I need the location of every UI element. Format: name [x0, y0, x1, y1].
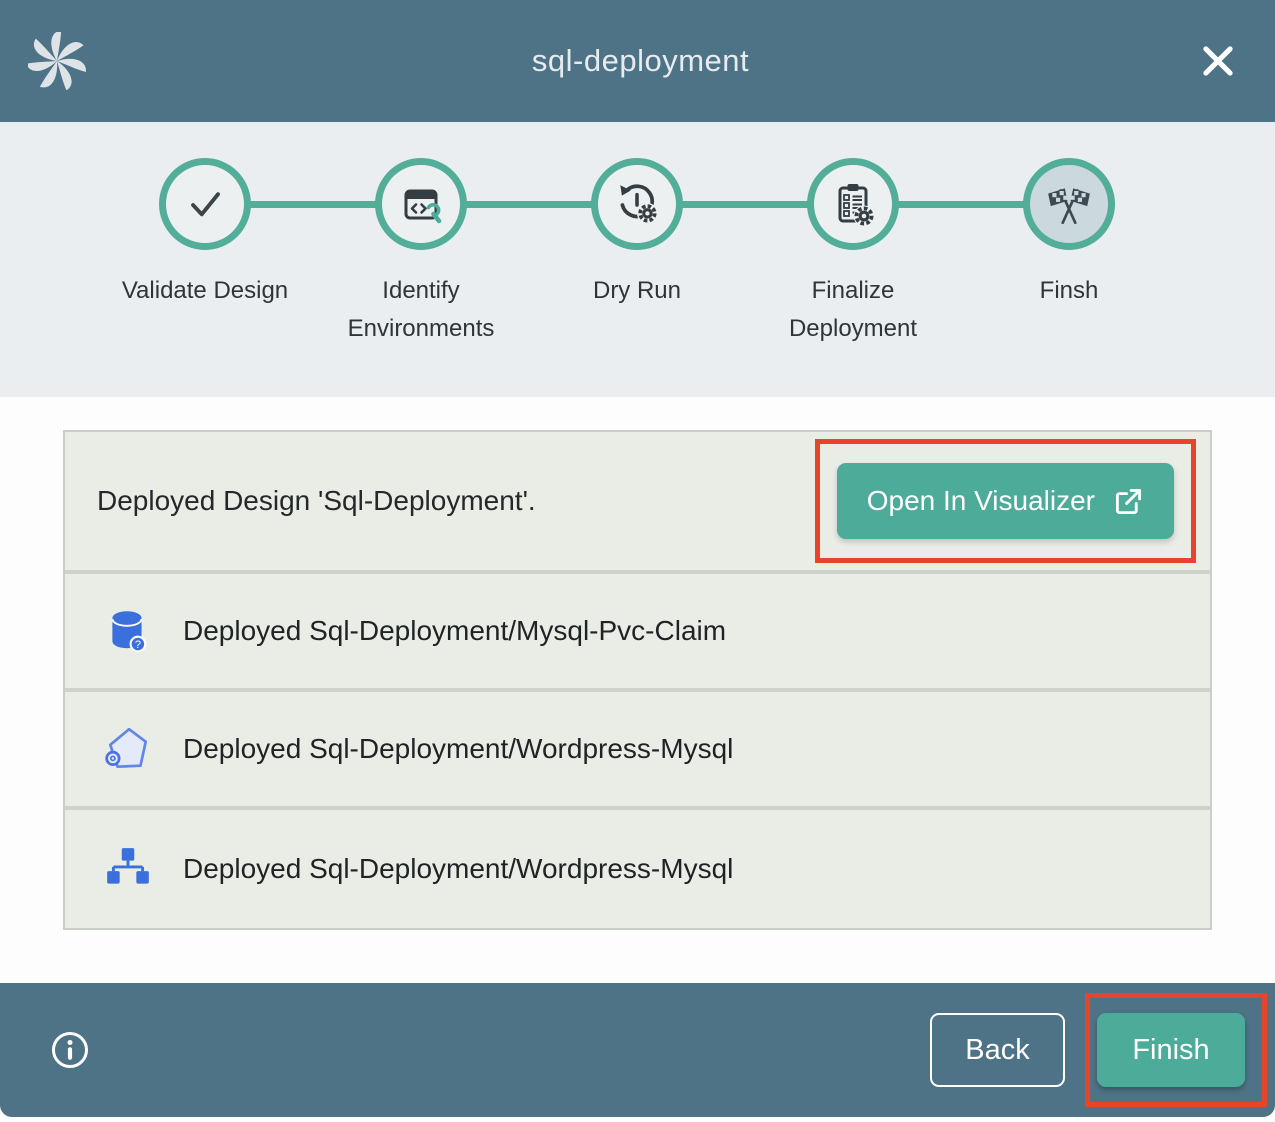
- step-label: Finsh: [1040, 272, 1099, 310]
- step-identify-environments: Identify Environments: [313, 158, 529, 349]
- step-circle-identify-environments[interactable]: [375, 158, 467, 250]
- finish-button-highlight: Finish: [1085, 993, 1267, 1107]
- info-button[interactable]: [50, 1030, 90, 1070]
- dialog-title: sql-deployment: [86, 43, 1195, 79]
- topology-icon: [103, 844, 153, 894]
- external-link-icon: [1113, 486, 1144, 517]
- close-icon: [1196, 39, 1240, 83]
- step-circle-dry-run[interactable]: [591, 158, 683, 250]
- step-finalize-deployment: Finalize Deployment: [745, 158, 961, 349]
- svg-text:?: ?: [135, 639, 141, 651]
- deployed-item-text: Deployed Sql-Deployment/Wordpress-Mysql: [183, 733, 733, 765]
- step-dry-run: Dry Run: [529, 158, 745, 349]
- deployed-item-text: Deployed Sql-Deployment/Wordpress-Mysql: [183, 853, 733, 885]
- refresh-gear-icon: [612, 179, 662, 229]
- step-finsh: Finsh: [961, 158, 1177, 349]
- wizard-stepper: Validate Design Ident: [0, 122, 1275, 397]
- sql-deployment-dialog: sql-deployment Validate Design: [0, 0, 1275, 1117]
- code-wrench-icon: [397, 180, 445, 228]
- dialog-header: sql-deployment: [0, 0, 1275, 122]
- info-icon: [50, 1030, 90, 1070]
- app-logo-icon: [28, 32, 86, 90]
- step-validate-design: Validate Design: [97, 158, 313, 349]
- clipboard-gear-icon: [829, 180, 877, 228]
- step-label: Validate Design: [122, 272, 288, 310]
- deployed-item-row: Deployed Sql-Deployment/Wordpress-Mysql: [65, 692, 1210, 810]
- step-circle-finalize-deployment[interactable]: [807, 158, 899, 250]
- results-area: Deployed Design 'Sql-Deployment'. Open I…: [0, 397, 1275, 983]
- check-icon: [179, 178, 231, 230]
- visualizer-button-label: Open In Visualizer: [867, 485, 1095, 517]
- step-label: Identify Environments: [335, 272, 507, 349]
- finish-button[interactable]: Finish: [1097, 1013, 1245, 1087]
- visualizer-button-highlight: Open In Visualizer: [815, 439, 1196, 563]
- deployed-item-row: ? Deployed Sql-Deployment/Mysql-Pvc-Clai…: [65, 574, 1210, 692]
- deployed-item-text: Deployed Sql-Deployment/Mysql-Pvc-Claim: [183, 615, 726, 647]
- stepper-steps: Validate Design Ident: [97, 158, 1177, 349]
- checkered-flags-icon: [1044, 179, 1094, 229]
- results-panel: Deployed Design 'Sql-Deployment'. Open I…: [63, 430, 1212, 930]
- dialog-footer: Back Finish: [0, 983, 1275, 1117]
- pod-icon: [103, 724, 153, 774]
- step-label: Finalize Deployment: [767, 272, 939, 349]
- close-button[interactable]: [1195, 38, 1241, 84]
- step-label: Dry Run: [593, 272, 681, 310]
- deployed-item-row: Deployed Sql-Deployment/Wordpress-Mysql: [65, 810, 1210, 928]
- deployed-design-row: Deployed Design 'Sql-Deployment'. Open I…: [65, 432, 1210, 574]
- database-icon: ?: [103, 606, 153, 656]
- step-circle-finsh[interactable]: [1023, 158, 1115, 250]
- open-in-visualizer-button[interactable]: Open In Visualizer: [837, 463, 1174, 539]
- step-circle-validate-design[interactable]: [159, 158, 251, 250]
- deployed-design-message: Deployed Design 'Sql-Deployment'.: [97, 485, 815, 517]
- back-button[interactable]: Back: [930, 1013, 1065, 1087]
